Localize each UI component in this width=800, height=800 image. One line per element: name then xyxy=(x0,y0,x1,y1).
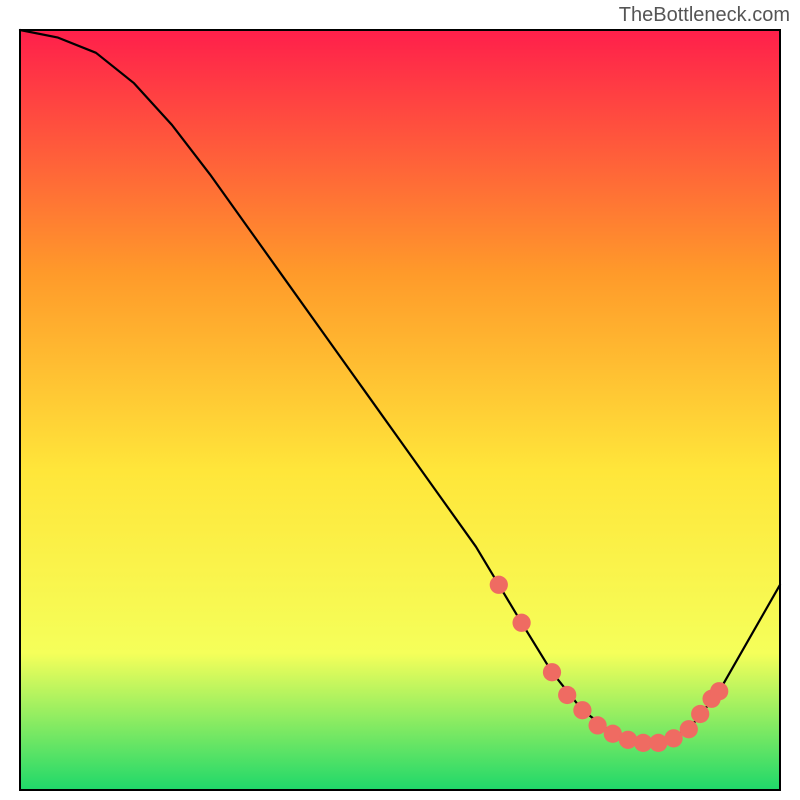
highlight-dot xyxy=(664,729,682,747)
highlight-dot xyxy=(619,731,637,749)
chart-svg xyxy=(0,0,800,800)
highlight-dot xyxy=(691,705,709,723)
chart-container: TheBottleneck.com xyxy=(0,0,800,800)
highlight-dot xyxy=(512,614,530,632)
highlight-dot xyxy=(558,686,576,704)
highlight-dot xyxy=(543,663,561,681)
highlight-dot xyxy=(573,701,591,719)
highlight-dot xyxy=(490,576,508,594)
highlight-dot xyxy=(710,682,728,700)
highlight-dot xyxy=(680,720,698,738)
plot-background xyxy=(20,30,780,790)
